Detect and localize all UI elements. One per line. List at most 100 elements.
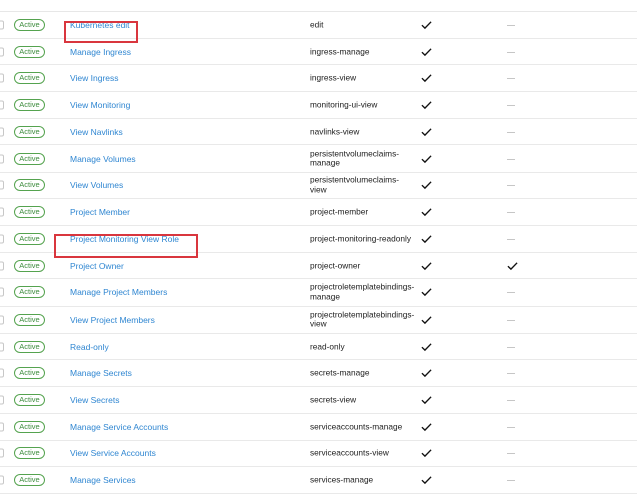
table-row: Active View Monitoring monitoring-ui-vie…	[0, 92, 637, 119]
check-icon	[421, 261, 432, 271]
row-select-checkbox[interactable]	[0, 234, 4, 244]
role-name-link[interactable]: View Volumes	[70, 180, 123, 190]
empty-value: —	[507, 180, 515, 190]
check-icon	[421, 315, 432, 325]
empty-value: —	[507, 315, 515, 325]
status-badge: Active	[14, 125, 45, 138]
row-select-checkbox[interactable]	[0, 100, 4, 110]
check-icon	[421, 287, 432, 297]
check-icon	[421, 73, 432, 83]
role-id: monitoring-ui-view	[310, 99, 378, 110]
role-name-link[interactable]: Manage Volumes	[70, 154, 136, 164]
role-name-link[interactable]: View Project Members	[70, 315, 155, 325]
table-row: Active Manage Secrets secrets-manage —	[0, 360, 637, 388]
row-select-checkbox[interactable]	[0, 73, 4, 83]
row-select-checkbox[interactable]	[0, 180, 4, 190]
role-id: serviceaccounts-manage	[310, 420, 403, 431]
row-select-checkbox[interactable]	[0, 47, 4, 57]
role-name-link[interactable]: Manage Project Members	[70, 287, 167, 297]
status-badge: Active	[14, 72, 45, 85]
row-select-checkbox[interactable]	[0, 207, 4, 217]
empty-value: —	[507, 100, 515, 110]
role-name-link[interactable]: View Service Accounts	[70, 448, 156, 458]
empty-value: —	[507, 287, 515, 297]
status-badge: Active	[14, 313, 45, 326]
row-select-checkbox[interactable]	[0, 448, 4, 458]
row-select-checkbox[interactable]	[0, 395, 4, 405]
row-select-checkbox[interactable]	[0, 422, 4, 432]
row-select-checkbox[interactable]	[0, 287, 4, 297]
table-row: Active Manage Ingress ingress-manage —	[0, 39, 637, 66]
row-select-checkbox[interactable]	[0, 475, 4, 485]
status-badge: Active	[14, 474, 45, 487]
table-row: Active View Volumes persistentvolumeclai…	[0, 173, 637, 200]
table-row: Active Manage Service Accounts serviceac…	[0, 414, 637, 441]
table-row: Active Project Member project-member —	[0, 199, 637, 226]
role-name-link[interactable]: Manage Services	[70, 475, 136, 485]
role-id: projectroletemplatebindings-view	[310, 309, 415, 329]
table-row: Active Project Owner project-owner	[0, 253, 637, 280]
role-id: services-manage	[310, 474, 374, 485]
role-id: navlinks-view	[310, 125, 360, 136]
role-id: read-only	[310, 340, 345, 351]
empty-value: —	[507, 127, 515, 137]
row-select-checkbox[interactable]	[0, 127, 4, 137]
role-name-link[interactable]: Manage Ingress	[70, 47, 131, 57]
role-id: edit	[310, 19, 324, 30]
row-select-checkbox[interactable]	[0, 315, 4, 325]
check-icon	[421, 368, 432, 378]
table-row: Active View Navlinks navlinks-view —	[0, 119, 637, 146]
role-name-link[interactable]: Kubernetes edit	[70, 20, 130, 30]
table-row: Active View Secrets secrets-view —	[0, 387, 637, 414]
row-select-checkbox[interactable]	[0, 368, 4, 378]
role-name-link[interactable]: View Monitoring	[70, 100, 130, 110]
role-name-link[interactable]: Read-only	[70, 342, 109, 352]
empty-value: —	[507, 207, 515, 217]
role-id: persistentvolumeclaims-manage	[310, 148, 399, 168]
status-badge: Active	[14, 340, 45, 353]
status-badge: Active	[14, 393, 45, 406]
empty-value: —	[507, 234, 515, 244]
empty-value: —	[507, 47, 515, 57]
empty-value: —	[507, 20, 515, 30]
role-id: projectroletemplatebindings-manage	[310, 281, 415, 302]
table-row: Active Read-only read-only —	[0, 334, 637, 361]
role-name-link[interactable]: Project Member	[70, 207, 130, 217]
role-name-link[interactable]: Manage Service Accounts	[70, 422, 168, 432]
empty-value: —	[507, 448, 515, 458]
status-badge: Active	[14, 259, 45, 272]
table-row: Active View Ingress ingress-view —	[0, 65, 637, 93]
role-id: ingress-view	[310, 72, 357, 83]
status-badge: Active	[14, 18, 45, 31]
role-name-link[interactable]: View Navlinks	[70, 127, 123, 137]
empty-value: —	[507, 422, 515, 432]
check-icon	[507, 261, 518, 271]
status-badge: Active	[14, 286, 45, 299]
check-icon	[421, 20, 432, 30]
check-icon	[421, 395, 432, 405]
table-row: Active Project Monitoring View Role proj…	[0, 226, 637, 253]
empty-value: —	[507, 154, 515, 164]
check-icon	[421, 422, 432, 432]
role-name-link[interactable]: Project Monitoring View Role	[70, 234, 179, 244]
check-icon	[421, 475, 432, 485]
table-row: Active View Project Members projectrolet…	[0, 307, 637, 334]
row-select-checkbox[interactable]	[0, 342, 4, 352]
status-badge: Active	[14, 152, 45, 165]
role-id: secrets-view	[310, 394, 357, 405]
role-id: secrets-manage	[310, 367, 370, 378]
role-name-link[interactable]: Manage Secrets	[70, 368, 132, 378]
check-icon	[421, 448, 432, 458]
role-name-link[interactable]: View Ingress	[70, 73, 119, 83]
check-icon	[421, 342, 432, 352]
empty-value: —	[507, 73, 515, 83]
row-select-checkbox[interactable]	[0, 261, 4, 271]
status-badge: Active	[14, 45, 45, 58]
role-name-link[interactable]: View Secrets	[70, 395, 119, 405]
row-select-checkbox[interactable]	[0, 154, 4, 164]
row-select-checkbox[interactable]	[0, 20, 4, 30]
roles-table: Active Kubernetes edit edit — Active Man…	[0, 12, 637, 494]
role-id: project-monitoring-readonly	[310, 233, 411, 244]
status-badge: Active	[14, 420, 45, 433]
role-name-link[interactable]: Project Owner	[70, 261, 124, 271]
